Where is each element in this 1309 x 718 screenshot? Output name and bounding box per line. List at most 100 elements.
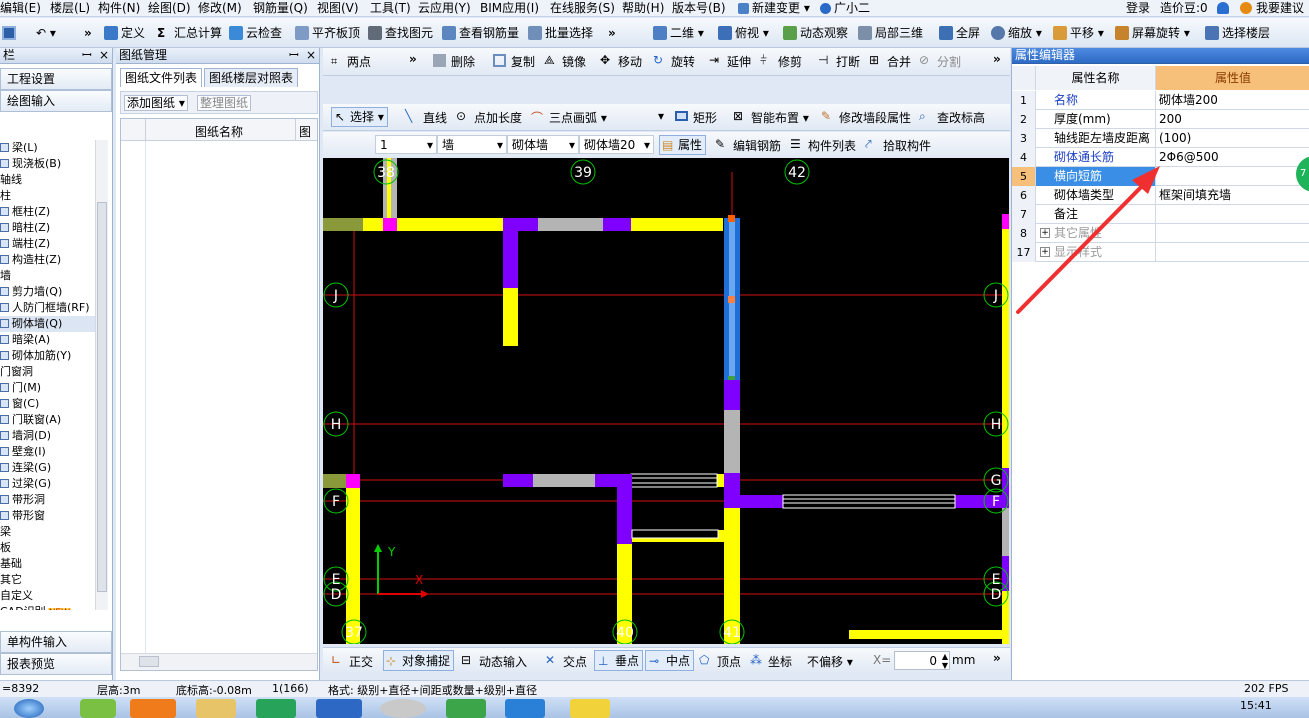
dynamic-observe-button[interactable]: 动态观察 (782, 22, 848, 44)
tree-scrollbar[interactable] (95, 140, 108, 610)
split-button[interactable]: ⊘ 分割 (919, 53, 961, 70)
taskbar-app-help[interactable] (570, 699, 610, 718)
move-button[interactable]: ✥ 移动 (600, 53, 642, 70)
login-link[interactable]: 登录 (1126, 0, 1150, 17)
property-value[interactable] (1156, 167, 1309, 186)
pan-select[interactable]: 平移 ▾ (1052, 22, 1104, 44)
project-settings-button[interactable]: 工程设置 (0, 68, 112, 90)
menu-component[interactable]: 构件(N) (98, 0, 140, 17)
tree-item[interactable]: 基础 (0, 556, 95, 572)
component-name-select[interactable]: 砌体墙20 ▾ (579, 135, 654, 154)
object-snap-toggle[interactable]: ⊹ 对象捕捉 (383, 650, 455, 671)
copy-button[interactable]: 复制 (493, 53, 535, 70)
intersection-snap[interactable]: ✕ 交点 (545, 653, 587, 670)
edit-rebar-button[interactable]: ✎ 编辑钢筋 (715, 137, 781, 154)
suggest-link[interactable]: 我要建议 (1256, 0, 1304, 17)
property-value[interactable] (1156, 224, 1309, 243)
cloud-check-button[interactable]: 云检查 (228, 22, 282, 44)
tree-item[interactable]: 连梁(G) (0, 460, 95, 476)
property-row[interactable]: 1 名称 砌体墙200 (1012, 91, 1309, 110)
tree-item[interactable]: 门窗洞 (0, 364, 95, 380)
menu-new-change[interactable]: 新建变更 ▾ (738, 0, 810, 17)
three-point-arc-button[interactable]: ⌒ 三点画弧 ▾ (531, 109, 607, 126)
offset-mode-select[interactable]: 不偏移 ▾ (807, 653, 867, 670)
view-rebar-qty-button[interactable]: 查看钢筋量 (441, 22, 519, 44)
rectangle-button[interactable]: 矩形 (675, 109, 717, 126)
batch-select-button[interactable]: 批量选择 (527, 22, 593, 44)
menu-guang[interactable]: 广小二 (820, 0, 870, 17)
tree-item[interactable]: 剪力墙(Q) (0, 284, 95, 300)
line-button[interactable]: ╲ 直线 (405, 109, 447, 126)
find-element-button[interactable]: 查找图元 (367, 22, 433, 44)
dynamic-input-toggle[interactable]: ⊟ 动态输入 (461, 653, 527, 670)
select-button[interactable]: ↖ 选择 ▾ (331, 107, 388, 127)
break-button[interactable]: ⊣ 打断 (818, 53, 860, 70)
tree-item[interactable]: 带形洞 (0, 492, 95, 508)
tree-item[interactable]: 端柱(Z) (0, 236, 95, 252)
pick-component-button[interactable]: ⤤ 拾取构件 (865, 137, 931, 154)
coordinate-snap[interactable]: ⁂ 坐标 (750, 653, 792, 670)
define-button[interactable]: 定义 (103, 22, 145, 44)
toolbar-overflow-icon[interactable]: » (84, 22, 92, 44)
taskbar-app-glodon[interactable] (316, 699, 362, 718)
menu-version[interactable]: 版本号(B) (672, 0, 726, 17)
close-icon[interactable]: × (99, 48, 109, 63)
drawing-hscroll-thumb[interactable] (139, 656, 159, 667)
property-value[interactable]: (100) (1156, 129, 1309, 148)
select-floor-button[interactable]: 选择楼层 (1204, 22, 1270, 44)
screen-rotate-select[interactable]: 屏幕旋转 ▾ (1114, 22, 1190, 44)
pin-icon[interactable]: ꟷ (289, 48, 299, 63)
tree-item[interactable]: 暗柱(Z) (0, 220, 95, 236)
tree-scroll-thumb[interactable] (97, 202, 107, 592)
menu-help[interactable]: 帮助(H) (622, 0, 664, 17)
menu-view[interactable]: 视图(V) (317, 0, 359, 17)
tree-item[interactable]: 轴线 (0, 172, 95, 188)
close-icon[interactable]: × (306, 48, 316, 63)
toolbar-overflow-icon-4[interactable]: » (993, 52, 1001, 66)
menu-tools[interactable]: 工具(T) (370, 0, 411, 17)
menu-online[interactable]: 在线服务(S) (550, 0, 615, 17)
tree-item[interactable]: 壁龛(I) (0, 444, 95, 460)
tree-item[interactable]: 过梁(G) (0, 476, 95, 492)
column-drawing-extra[interactable]: 图 (299, 123, 311, 140)
menu-bim[interactable]: BIM应用(I) (480, 0, 539, 17)
property-row[interactable]: 2 厚度(mm) 200 (1012, 110, 1309, 129)
midpoint-snap[interactable]: ⊸ 中点 (645, 650, 695, 671)
fullscreen-button[interactable]: 全屏 (938, 22, 980, 44)
tree-item[interactable]: 梁 (0, 524, 95, 540)
tree-item[interactable]: 人防门框墙(RF) (0, 300, 95, 316)
type-select[interactable]: 砌体墙 ▾ (507, 135, 579, 154)
undo-icon[interactable]: ↶ ▾ (36, 22, 56, 44)
toolbar-overflow-icon-2[interactable]: » (608, 22, 616, 44)
modify-wall-segment-button[interactable]: ✎ 修改墙段属性 (821, 109, 911, 126)
property-value[interactable] (1156, 205, 1309, 224)
taskbar-app-blue[interactable] (505, 699, 545, 718)
single-component-input-button[interactable]: 单构件输入 (0, 631, 112, 653)
tree-item[interactable]: 砌体加筋(Y) (0, 348, 95, 364)
smart-layout-button[interactable]: ⊠ 智能布置 ▾ (733, 109, 809, 126)
taskbar-app-t[interactable] (446, 699, 486, 718)
vertex-snap[interactable]: ⬠ 顶点 (699, 653, 741, 670)
summary-calc-button[interactable]: Σ 汇总计算 (156, 22, 222, 44)
tab-drawing-files[interactable]: 图纸文件列表 (120, 68, 203, 87)
menu-edit[interactable]: 编辑(E) (0, 0, 41, 17)
tree-item[interactable]: 砌体墙(Q) (0, 316, 95, 332)
property-value[interactable]: 框架间填充墙 (1156, 186, 1309, 205)
tree-item[interactable]: 墙 (0, 268, 95, 284)
property-value[interactable]: 砌体墙200 (1156, 91, 1309, 110)
floor-select[interactable]: 1 ▾ (375, 135, 437, 154)
rotate-button[interactable]: ↻ 旋转 (653, 53, 695, 70)
menu-draw[interactable]: 绘图(D) (148, 0, 191, 17)
local-3d-button[interactable]: 局部三维 (857, 22, 923, 44)
view-2d-select[interactable]: 二维 ▾ (652, 22, 704, 44)
zoom-select[interactable]: 缩放 ▾ (990, 22, 1042, 44)
property-value[interactable] (1156, 243, 1309, 262)
properties-button[interactable]: ▤ 属性 (659, 135, 707, 155)
tree-item[interactable]: 其它 (0, 572, 95, 588)
point-length-button[interactable]: ⊙ 点加长度 (456, 109, 522, 126)
tree-item[interactable]: 暗梁(A) (0, 332, 95, 348)
menu-modify[interactable]: 修改(M) (198, 0, 242, 17)
extend-button[interactable]: ⇥ 延伸 (709, 53, 751, 70)
column-drawing-name[interactable]: 图纸名称 (195, 123, 243, 140)
tree-item[interactable]: 窗(C) (0, 396, 95, 412)
